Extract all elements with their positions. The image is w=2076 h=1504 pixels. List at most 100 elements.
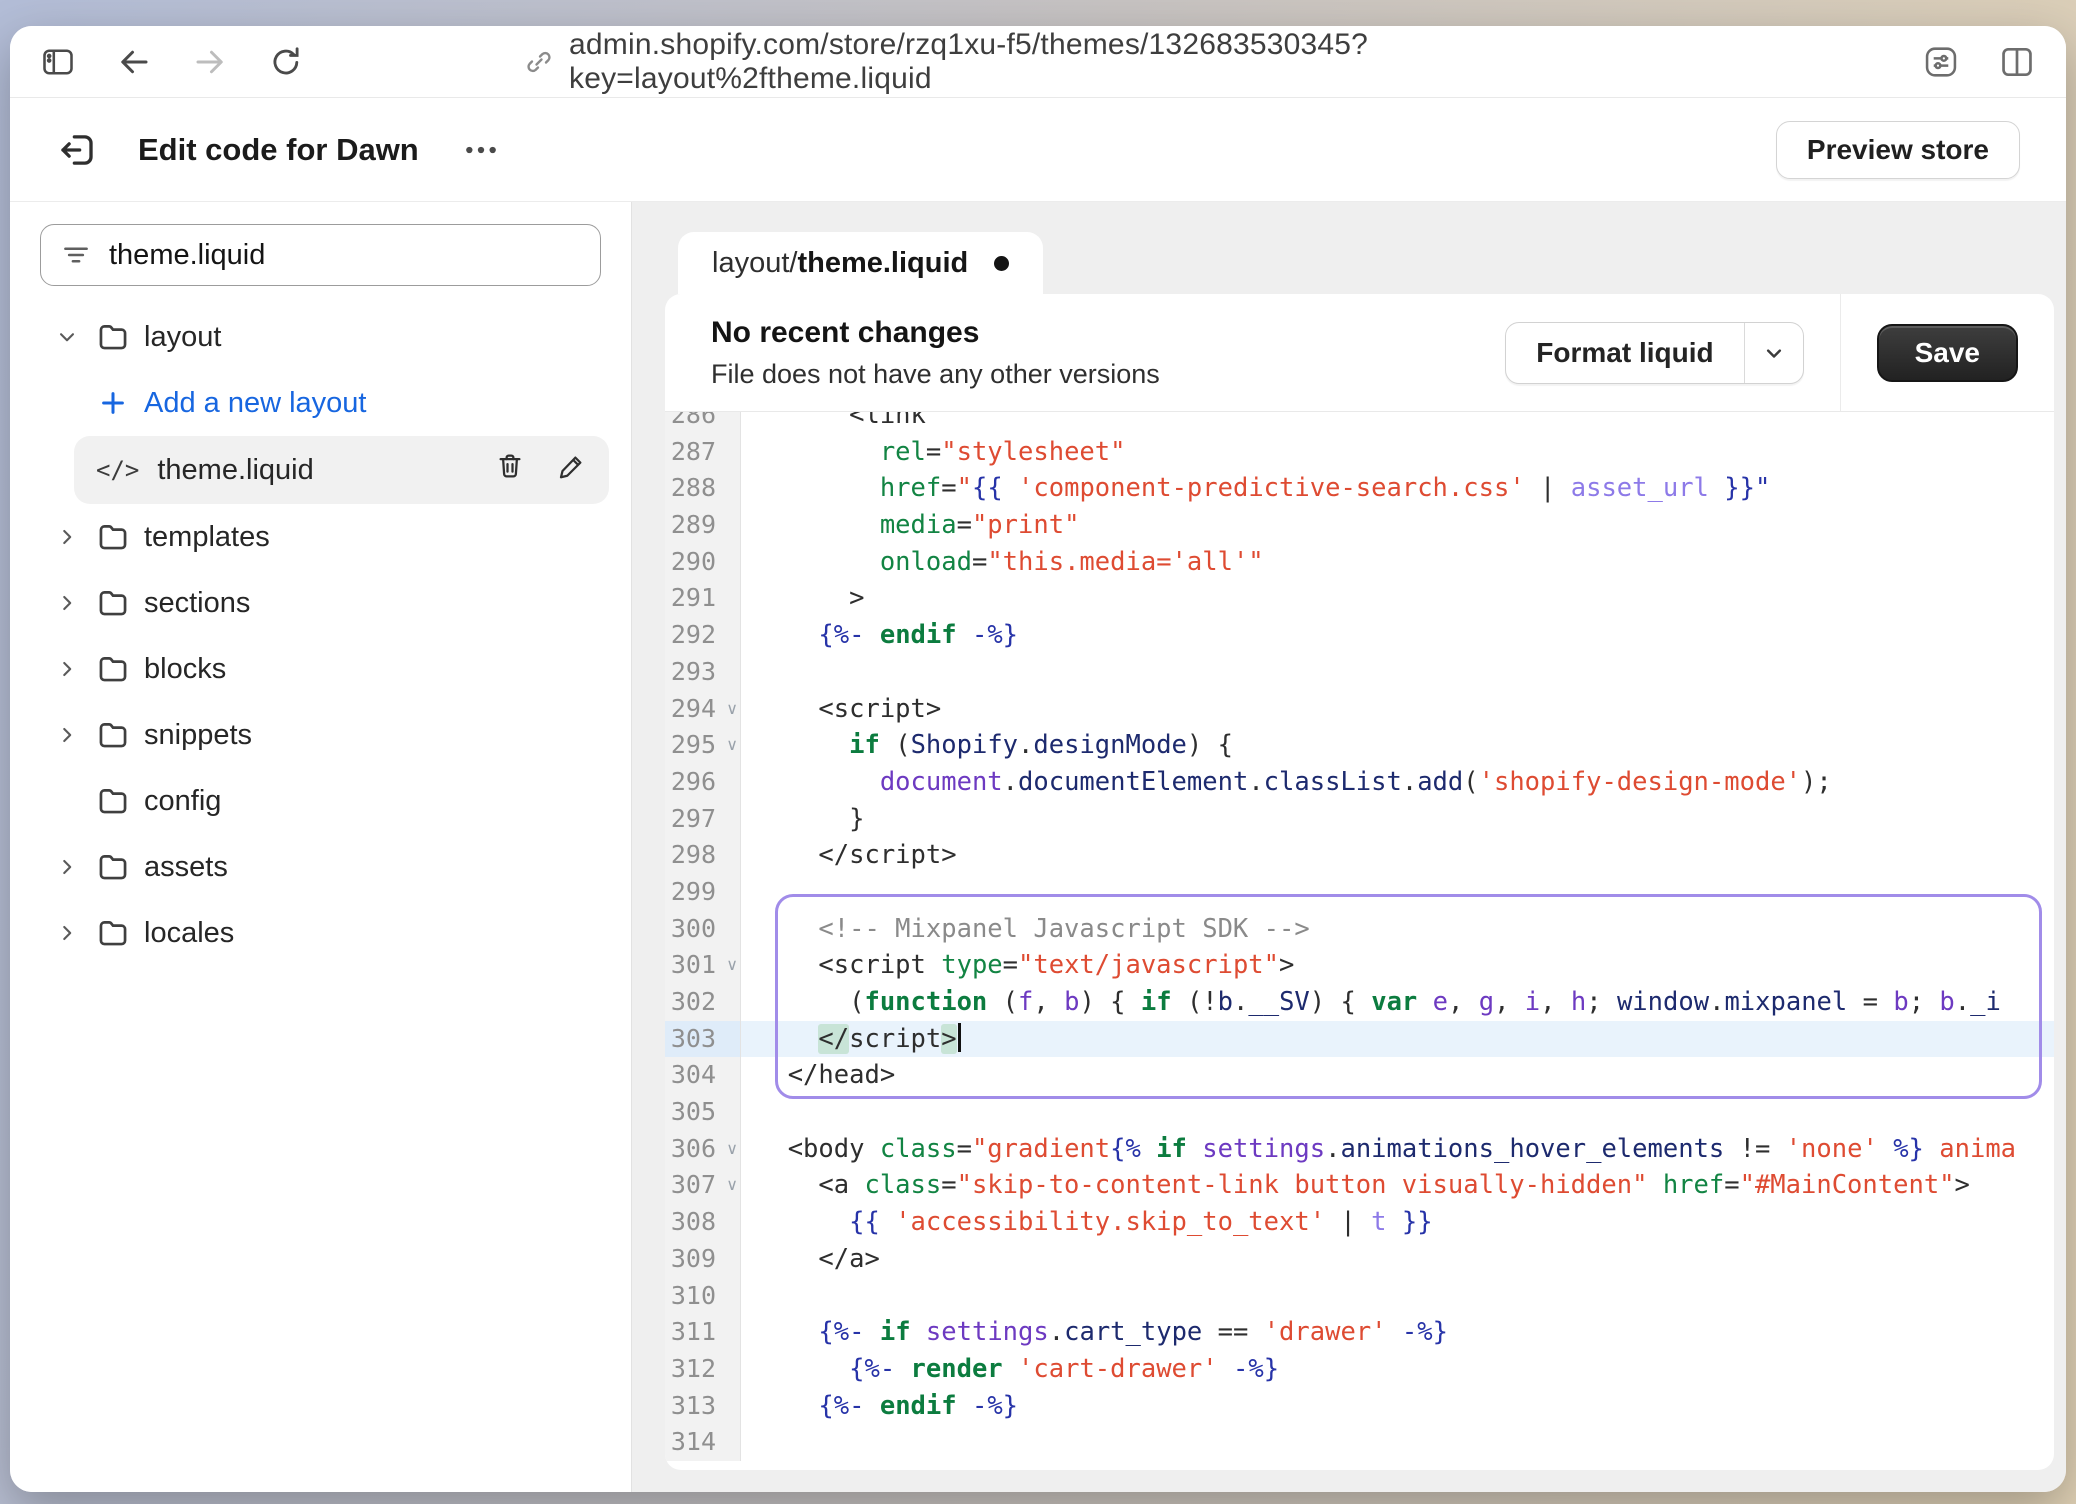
fold-chevron-icon[interactable]: ∨ (726, 693, 738, 725)
sidebar-item-layout[interactable]: layout (10, 304, 631, 370)
app-header: Edit code for Dawn Preview store (10, 98, 2066, 202)
sidebar-item-locales[interactable]: locales (10, 900, 631, 966)
trash-icon[interactable] (495, 451, 525, 489)
code-line-299: 299 (665, 874, 2054, 911)
preview-store-button[interactable]: Preview store (1776, 121, 2020, 179)
code-line-content[interactable]: <a class="skip-to-content-link button vi… (741, 1167, 2054, 1204)
code-line-content[interactable]: onload="this.media='all'" (741, 544, 2054, 581)
add-new-layout-label: Add a new layout (144, 387, 366, 420)
code-line-310: 310 (665, 1278, 2054, 1315)
add-new-layout-button[interactable]: Add a new layout (10, 370, 631, 436)
code-line-314: 314 (665, 1424, 2054, 1461)
sidebar-item-label: config (144, 785, 221, 818)
exit-icon[interactable] (56, 129, 98, 171)
pencil-icon[interactable] (557, 451, 587, 489)
code-line-content[interactable]: <script> (741, 691, 2054, 728)
code-line-301: 301∨ <script type="text/javascript"> (665, 947, 2054, 984)
code-line-content[interactable]: <body class="gradient{% if settings.anim… (741, 1131, 2054, 1168)
format-liquid-button[interactable]: Format liquid (1506, 337, 1743, 369)
tab-theme-liquid[interactable]: layout/theme.liquid (678, 232, 1043, 294)
file-search-input[interactable]: theme.liquid (40, 224, 601, 286)
status-title: No recent changes (711, 316, 1160, 350)
sidebar-item-theme.liquid[interactable]: </>theme.liquid (74, 436, 609, 504)
chevron-right-icon[interactable] (56, 856, 96, 878)
fold-chevron-icon[interactable]: ∨ (726, 1169, 738, 1201)
code-line-content[interactable] (741, 1278, 2054, 1315)
code-line-307: 307∨ <a class="skip-to-content-link butt… (665, 1167, 2054, 1204)
code-line-296: 296 document.documentElement.classList.a… (665, 764, 2054, 801)
line-number: 313 (665, 1388, 741, 1425)
chevron-right-icon[interactable] (56, 526, 96, 548)
code-line-295: 295∨ if (Shopify.designMode) { (665, 727, 2054, 764)
code-line-content[interactable] (741, 654, 2054, 691)
sidebar-item-config[interactable]: config (10, 768, 631, 834)
chevron-right-icon[interactable] (56, 922, 96, 944)
fold-chevron-icon[interactable]: ∨ (726, 949, 738, 981)
back-icon[interactable] (116, 44, 152, 80)
code-line-content[interactable]: <link (741, 412, 2054, 434)
browser-window: admin.shopify.com/store/rzq1xu-f5/themes… (10, 26, 2066, 1492)
chevron-right-icon[interactable] (56, 724, 96, 746)
sliders-icon[interactable] (1922, 43, 1960, 81)
sidebar-item-sections[interactable]: sections (10, 570, 631, 636)
unsaved-dot-icon (994, 256, 1009, 271)
code-line-content[interactable]: {%- render 'cart-drawer' -%} (741, 1351, 2054, 1388)
sidebar-item-blocks[interactable]: blocks (10, 636, 631, 702)
fold-chevron-icon[interactable]: ∨ (726, 729, 738, 761)
address-bar[interactable]: admin.shopify.com/store/rzq1xu-f5/themes… (524, 28, 1552, 96)
code-editor[interactable]: 286 <link287 rel="stylesheet"288 href="{… (665, 412, 2054, 1470)
code-line-content[interactable]: {{ 'accessibility.skip_to_text' | t }} (741, 1204, 2054, 1241)
sidebar-item-templates[interactable]: templates (10, 504, 631, 570)
line-number: 311 (665, 1314, 741, 1351)
folder-icon (96, 718, 144, 752)
browser-toolbar: admin.shopify.com/store/rzq1xu-f5/themes… (10, 26, 2066, 98)
code-line-308: 308 {{ 'accessibility.skip_to_text' | t … (665, 1204, 2054, 1241)
code-line-303: 303 </script> (665, 1021, 2054, 1058)
code-line-content[interactable]: document.documentElement.classList.add('… (741, 764, 2054, 801)
chevron-down-icon[interactable] (1745, 323, 1803, 383)
code-line-content[interactable]: </a> (741, 1241, 2054, 1278)
line-number: 286 (665, 412, 741, 434)
fold-chevron-icon[interactable]: ∨ (726, 1133, 738, 1165)
code-line-content[interactable]: <script type="text/javascript"> (741, 947, 2054, 984)
code-line-content[interactable]: (function (f, b) { if (!b.__SV) { var e,… (741, 984, 2054, 1021)
code-line-305: 305 (665, 1094, 2054, 1131)
code-line-content[interactable] (741, 1094, 2054, 1131)
code-line-content[interactable] (741, 874, 2054, 911)
file-sidebar: theme.liquid layout Add a new layout </>th… (10, 202, 632, 1492)
code-line-content[interactable]: <!-- Mixpanel Javascript SDK --> (741, 911, 2054, 948)
code-line-content[interactable]: media="print" (741, 507, 2054, 544)
code-line-content[interactable]: {%- if settings.cart_type == 'drawer' -%… (741, 1314, 2054, 1351)
code-line-content[interactable]: </head> (741, 1057, 2054, 1094)
code-line-287: 287 rel="stylesheet" (665, 434, 2054, 471)
line-number: 310 (665, 1278, 741, 1315)
code-line-297: 297 } (665, 801, 2054, 838)
code-line-content[interactable]: {%- endif -%} (741, 1388, 2054, 1425)
line-number: 296 (665, 764, 741, 801)
more-icon[interactable] (461, 130, 501, 170)
code-line-content[interactable]: </script> (741, 837, 2054, 874)
code-line-content[interactable]: {%- endif -%} (741, 617, 2054, 654)
filter-icon (61, 240, 91, 270)
forward-icon[interactable] (192, 44, 228, 80)
code-line-content[interactable]: > (741, 580, 2054, 617)
code-line-content[interactable]: href="{{ 'component-predictive-search.cs… (741, 470, 2054, 507)
save-button[interactable]: Save (1877, 324, 2018, 382)
code-line-content[interactable]: </script> (741, 1021, 2054, 1058)
line-number: 300 (665, 911, 741, 948)
line-number: 297 (665, 801, 741, 838)
line-number: 312 (665, 1351, 741, 1388)
chevron-right-icon[interactable] (56, 658, 96, 680)
code-line-content[interactable] (741, 1424, 2054, 1461)
sidebar-item-label: snippets (144, 719, 252, 752)
sidebar-item-snippets[interactable]: snippets (10, 702, 631, 768)
code-line-content[interactable]: } (741, 801, 2054, 838)
reload-icon[interactable] (268, 44, 304, 80)
sidebar-item-assets[interactable]: assets (10, 834, 631, 900)
code-line-content[interactable]: rel="stylesheet" (741, 434, 2054, 471)
split-view-icon[interactable] (1998, 43, 2036, 81)
code-line-content[interactable]: if (Shopify.designMode) { (741, 727, 2054, 764)
chevron-right-icon[interactable] (56, 592, 96, 614)
sidebar-toggle-icon[interactable] (40, 44, 76, 80)
chevron-down-icon[interactable] (56, 326, 96, 348)
